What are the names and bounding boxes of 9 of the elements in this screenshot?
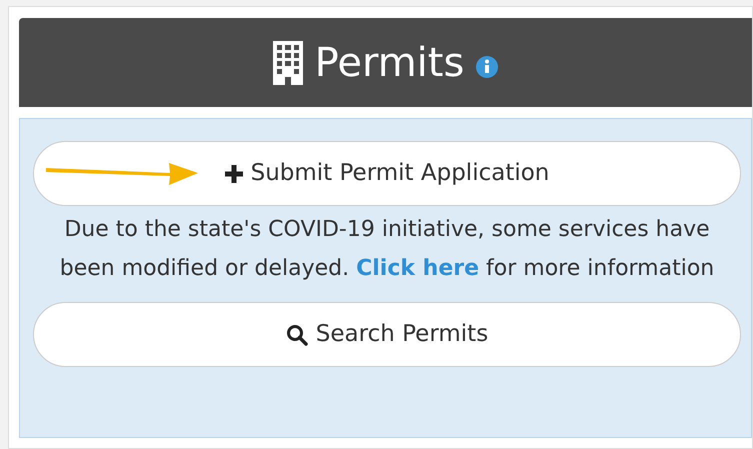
arrow-icon: [46, 161, 198, 185]
building-icon: [272, 40, 303, 84]
header-title: Permits: [314, 42, 464, 82]
search-icon: [286, 324, 308, 346]
submit-permit-button[interactable]: Submit Permit Application: [33, 141, 741, 206]
covid-notice: Due to the state's COVID-19 initiative, some services have been modified or delayed. Click here for more information: [58, 216, 716, 283]
plus-icon: [224, 164, 243, 182]
search-permits-button[interactable]: Search Permits: [33, 302, 741, 367]
info-icon[interactable]: [476, 56, 498, 78]
